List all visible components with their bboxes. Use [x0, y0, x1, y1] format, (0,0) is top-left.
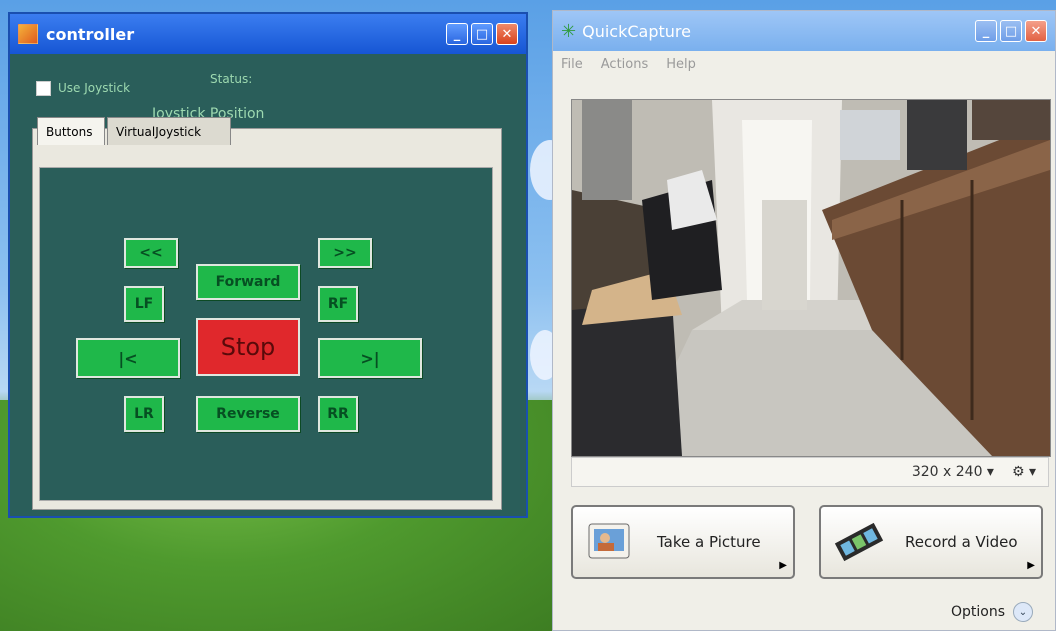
- app-icon: [18, 24, 38, 44]
- controller-titlebar[interactable]: controller _ □ ✕: [10, 14, 526, 54]
- options-label: Options: [950, 604, 1005, 620]
- quickcapture-titlebar[interactable]: ✳ QuickCapture _ □ ✕: [553, 11, 1055, 51]
- close-button[interactable]: ✕: [496, 23, 518, 45]
- left-forward-button[interactable]: LF: [124, 286, 164, 322]
- tab-buttons[interactable]: Buttons: [37, 117, 105, 145]
- fast-forward-button[interactable]: >>: [318, 238, 372, 268]
- use-joystick-label: Use Joystick: [58, 81, 131, 95]
- minimize-button[interactable]: _: [446, 23, 468, 45]
- rewind-button[interactable]: <<: [124, 238, 178, 268]
- picture-icon: [588, 523, 630, 559]
- right-reverse-button[interactable]: RR: [318, 396, 358, 432]
- turn-left-button[interactable]: |<: [76, 338, 180, 378]
- use-joystick-checkbox[interactable]: [36, 81, 51, 96]
- menu-help[interactable]: Help: [666, 57, 696, 72]
- play-arrow-icon: ▶: [779, 560, 787, 571]
- take-picture-label: Take a Picture: [657, 533, 761, 551]
- left-reverse-button[interactable]: LR: [124, 396, 164, 432]
- resolution-dropdown[interactable]: 320 x 240 ▾: [912, 464, 994, 480]
- stop-button[interactable]: Stop: [196, 318, 300, 376]
- menu-bar: File Actions Help: [553, 51, 1055, 77]
- camera-preview-image: [572, 100, 1050, 456]
- turn-right-button[interactable]: >|: [318, 338, 422, 378]
- close-button[interactable]: ✕: [1025, 20, 1047, 42]
- chevron-down-icon: ⌄: [1013, 602, 1033, 622]
- menu-actions[interactable]: Actions: [601, 57, 649, 72]
- controller-body: Use Joystick Status: Joystick Position B…: [10, 54, 526, 516]
- menu-file[interactable]: File: [561, 57, 583, 72]
- camera-settings-icon[interactable]: ⚙ ▾: [1012, 464, 1036, 480]
- preview-statusbar: 320 x 240 ▾ ⚙ ▾: [571, 457, 1049, 487]
- tab-control: Buttons VirtualJoystick << >> Forward LF…: [32, 117, 502, 510]
- window-title: QuickCapture: [582, 21, 691, 41]
- record-video-button[interactable]: Record a Video ▶: [819, 505, 1043, 579]
- options-toggle[interactable]: Options ⌄: [951, 602, 1033, 622]
- take-picture-button[interactable]: Take a Picture ▶: [571, 505, 795, 579]
- quickcapture-app-icon: ✳: [561, 20, 577, 42]
- tab-virtual-joystick[interactable]: VirtualJoystick: [107, 117, 231, 145]
- play-arrow-icon: ▶: [1027, 560, 1035, 571]
- minimize-button[interactable]: _: [975, 20, 997, 42]
- reverse-button[interactable]: Reverse: [196, 396, 300, 432]
- right-forward-button[interactable]: RF: [318, 286, 358, 322]
- status-label: Status:: [210, 72, 253, 86]
- window-title: controller: [46, 24, 135, 44]
- maximize-button[interactable]: □: [1000, 20, 1022, 42]
- maximize-button[interactable]: □: [471, 23, 493, 45]
- controller-window: controller _ □ ✕ Use Joystick Status: Jo…: [8, 12, 528, 518]
- camera-preview: [571, 99, 1051, 457]
- forward-button[interactable]: Forward: [196, 264, 300, 300]
- buttons-panel: << >> Forward LF RF |< Stop >| LR Revers…: [39, 167, 493, 501]
- film-strip-icon: [834, 522, 884, 562]
- record-video-label: Record a Video: [905, 533, 1018, 551]
- quickcapture-window: ✳ QuickCapture _ □ ✕ File Actions Help 3…: [552, 10, 1056, 631]
